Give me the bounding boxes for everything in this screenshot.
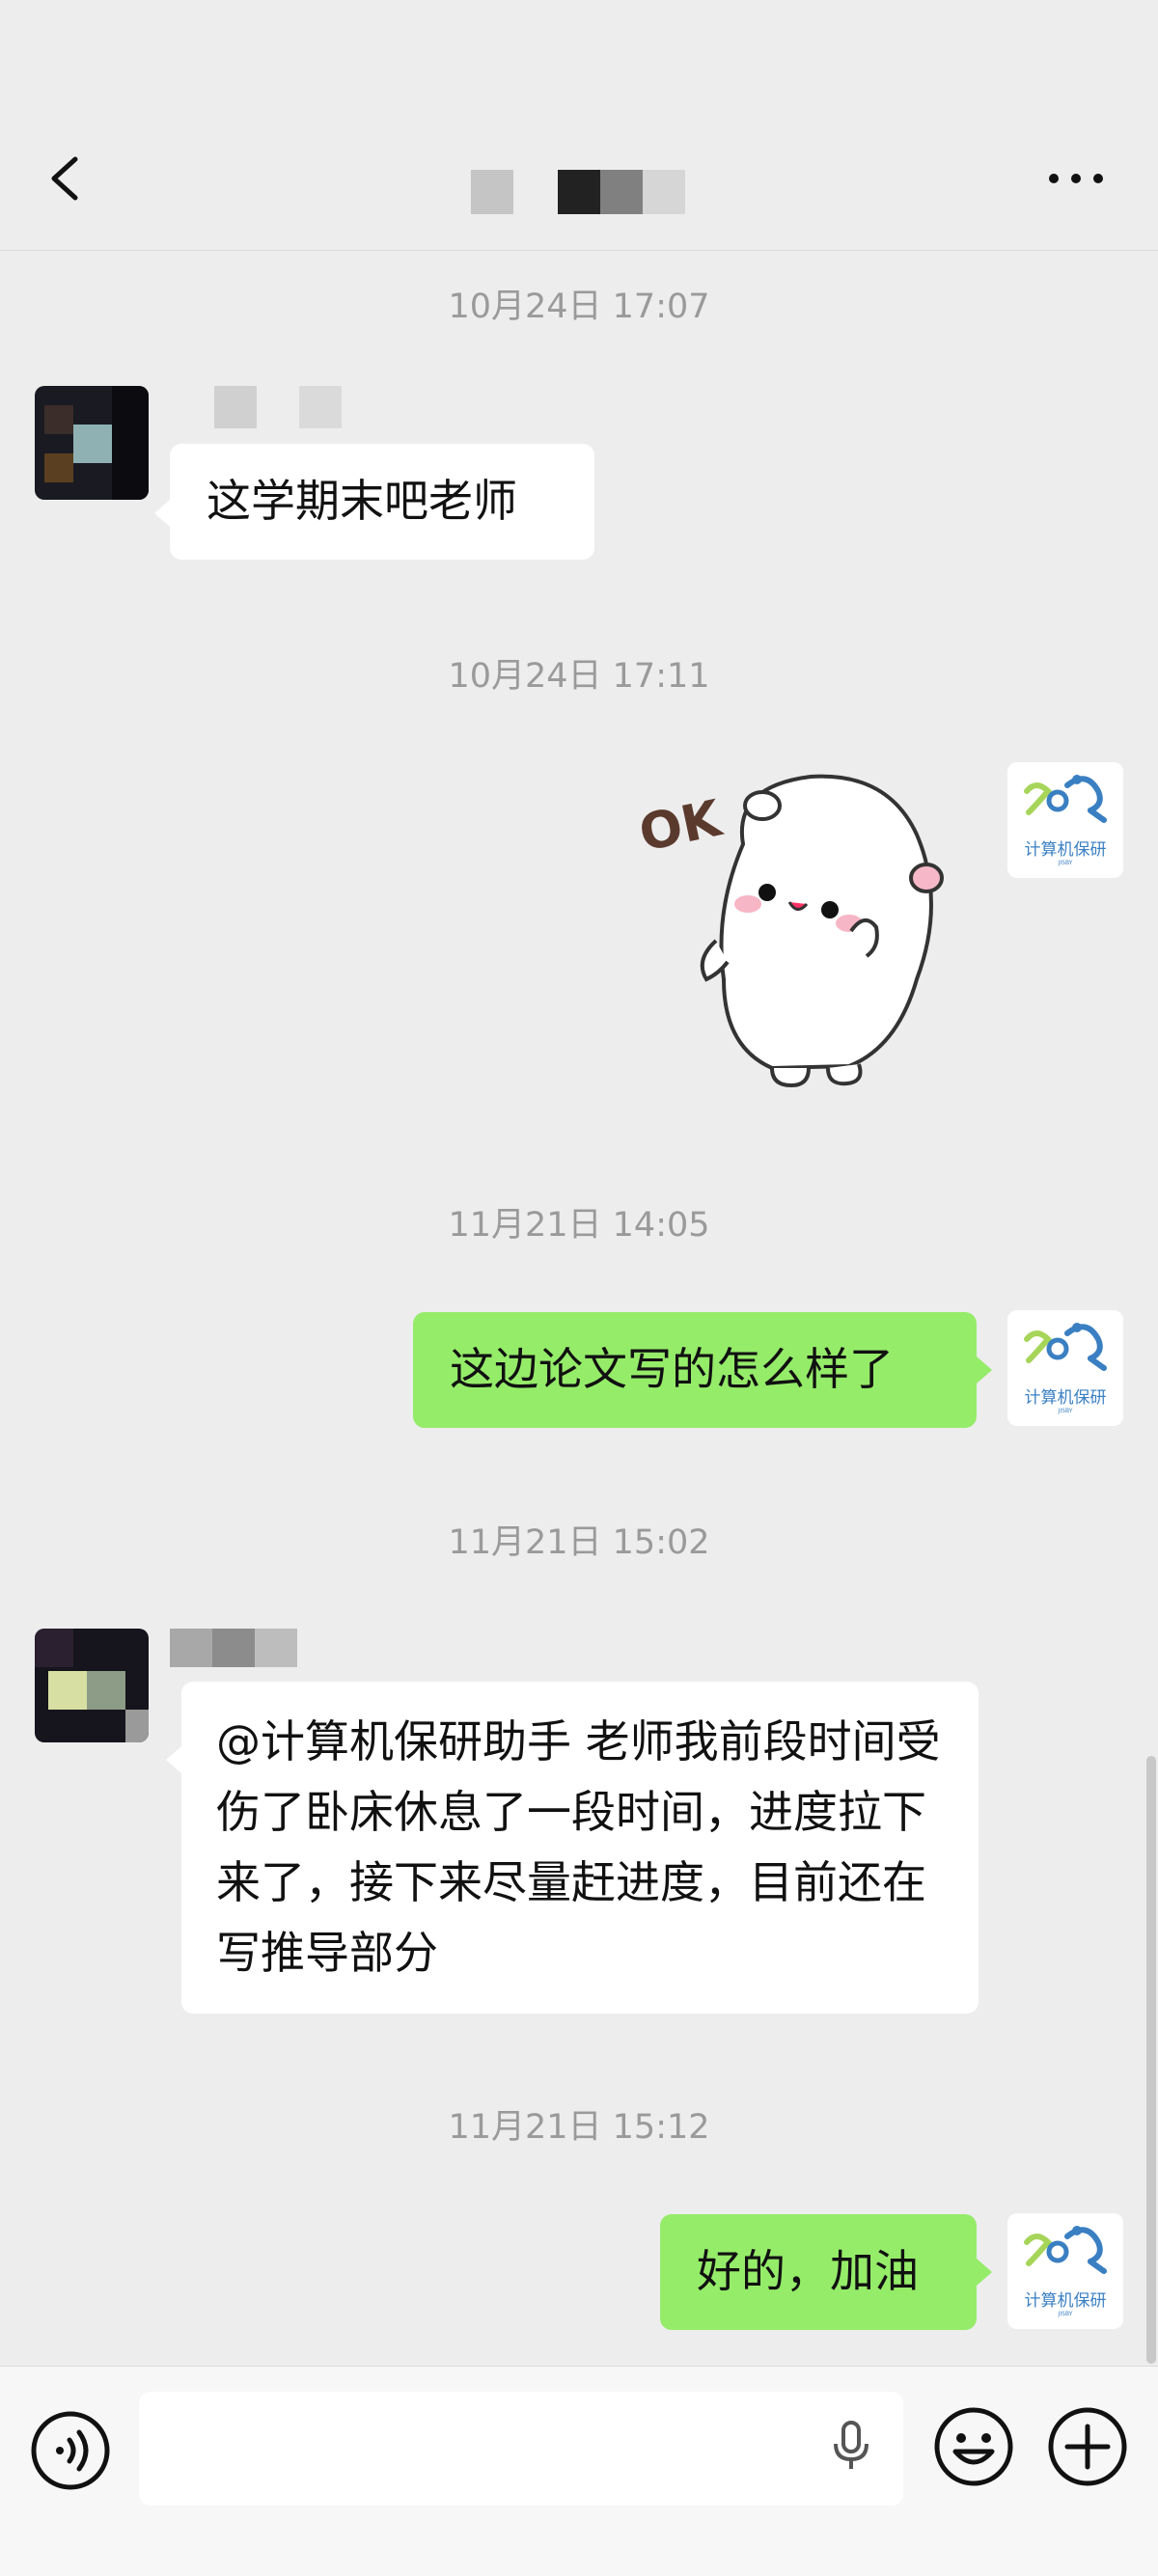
self-avatar[interactable]: 计算机保研 JISBY xyxy=(1007,2213,1123,2329)
voice-icon[interactable] xyxy=(29,2409,112,2492)
message-bubble-received[interactable]: @计算机保研助手 老师我前段时间受伤了卧床休息了一段时间，进度拉下来了，接下来尽… xyxy=(181,1682,979,2014)
logo-icon xyxy=(1024,775,1107,823)
contact-avatar[interactable] xyxy=(35,386,149,500)
message-bubble-sent[interactable]: 好的，加油 xyxy=(660,2214,977,2330)
timestamp: 11月21日 15:12 xyxy=(448,2108,710,2147)
logo-label: 计算机保研 xyxy=(1024,2291,1107,2311)
input-bar xyxy=(0,2366,1158,2576)
timestamp: 11月21日 15:02 xyxy=(448,1523,710,1562)
timestamp: 11月21日 14:05 xyxy=(448,1206,710,1245)
contact-name-obscured xyxy=(212,1629,255,1667)
logo-label: 计算机保研 xyxy=(1024,840,1107,860)
message-list[interactable]: 10月24日 17:07 这学期末吧老师 10月24日 17:11 计算机保研 … xyxy=(0,251,1158,2364)
self-avatar[interactable]: 计算机保研 JISBY xyxy=(1007,762,1123,878)
scrollbar[interactable] xyxy=(1146,1756,1156,2364)
contact-name-obscured xyxy=(214,386,257,428)
message-bubble-sent[interactable]: 这边论文写的怎么样了 xyxy=(413,1312,977,1428)
logo-sub-label: JISBY xyxy=(1058,1408,1073,1414)
contact-name-obscured xyxy=(170,1629,212,1667)
chat-header xyxy=(0,0,1158,251)
plus-icon[interactable] xyxy=(1046,2405,1129,2488)
logo-label: 计算机保研 xyxy=(1024,1388,1107,1408)
logo-icon xyxy=(1024,2226,1107,2274)
sticker-ok-hamster[interactable]: OK xyxy=(627,757,975,1105)
contact-avatar[interactable] xyxy=(35,1629,149,1742)
sticker-text: OK xyxy=(634,789,728,863)
ellipsis-icon[interactable] xyxy=(1042,159,1110,198)
message-input[interactable] xyxy=(139,2392,903,2506)
logo-icon xyxy=(1024,1323,1107,1371)
timestamp: 10月24日 17:07 xyxy=(448,288,710,326)
contact-name-obscured xyxy=(255,1629,297,1667)
contact-name-obscured xyxy=(299,386,342,428)
logo-sub-label: JISBY xyxy=(1058,860,1073,866)
microphone-icon[interactable] xyxy=(822,2417,880,2475)
chevron-left-icon[interactable] xyxy=(39,150,96,207)
self-avatar[interactable]: 计算机保研 JISBY xyxy=(1007,1310,1123,1426)
timestamp: 10月24日 17:11 xyxy=(448,657,710,696)
emoji-icon[interactable] xyxy=(932,2405,1015,2488)
chat-title-obscured xyxy=(471,170,693,214)
logo-sub-label: JISBY xyxy=(1058,2311,1073,2317)
message-bubble-received[interactable]: 这学期末吧老师 xyxy=(170,444,594,560)
